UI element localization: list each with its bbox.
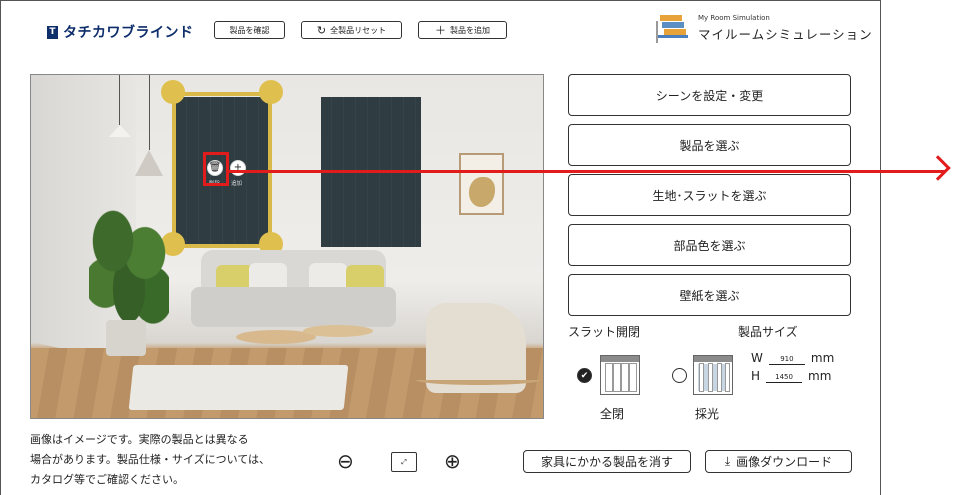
coffee-table	[303, 325, 373, 337]
zoom-out-icon[interactable]: ⊖	[337, 451, 354, 471]
confirm-product-button[interactable]: 製品を確認	[214, 21, 285, 39]
add-label: 追加	[231, 181, 243, 187]
add-product-button[interactable]: ＋ 製品を追加	[418, 21, 507, 39]
reset-all-label: 全製品リセット	[330, 25, 387, 35]
hide-overlapping-label: 家具にかかる製品を消す	[540, 455, 673, 469]
zoom-in-icon[interactable]: ⊕	[444, 451, 461, 471]
select-part-color-label: 部品色を選ぶ	[673, 238, 746, 253]
select-fabric-label: 生地･スラットを選ぶ	[652, 188, 767, 203]
wall-art	[459, 153, 504, 215]
sofa-seat	[191, 287, 396, 327]
slat-closed-label: 全閉	[600, 407, 625, 421]
height-unit: mm	[808, 369, 832, 383]
resize-handle[interactable]	[259, 80, 283, 104]
slat-open-label: 採光	[695, 407, 720, 421]
resize-handle[interactable]	[161, 80, 185, 104]
download-image-button[interactable]: ⤓ 画像ダウンロード	[705, 450, 852, 473]
select-product-label: 製品を選ぶ	[679, 138, 740, 153]
pendant-lamp	[135, 150, 163, 176]
highlight-box	[203, 152, 229, 186]
rug	[128, 365, 349, 410]
plant	[89, 205, 169, 325]
height-row: H 1450 mm	[751, 369, 831, 383]
scene-label: シーンを設定・変更	[655, 88, 764, 103]
annotation-arrow-line	[228, 170, 946, 173]
room-preview[interactable]: 🗑 + 削除 追加	[30, 74, 544, 419]
size-title: 製品サイズ	[738, 325, 798, 339]
select-part-color-button[interactable]: 部品色を選ぶ	[568, 224, 851, 266]
check-icon: ✔	[580, 370, 589, 381]
height-value[interactable]: 1450	[766, 373, 803, 383]
disclaimer-note: 画像はイメージです。実際の製品とは異なる 場合があります。製品仕様・サイズについ…	[30, 433, 271, 486]
sim-title-en: My Room Simulation	[698, 14, 770, 22]
sim-logo: My Room Simulation マイルームシミュレーション	[656, 14, 873, 43]
width-row: W 910 mm	[751, 351, 834, 365]
fit-screen-icon[interactable]: ⤢	[391, 452, 417, 472]
slat-closed-radio[interactable]: ✔	[577, 368, 592, 383]
confirm-product-label: 製品を確認	[229, 25, 270, 35]
download-icon: ⤓	[724, 454, 731, 468]
slat-title: スラット開閉	[568, 325, 641, 339]
select-fabric-button[interactable]: 生地･スラットを選ぶ	[568, 174, 851, 216]
brand-logo-text: タチカワブラインド	[63, 25, 194, 41]
slat-open-icon[interactable]	[693, 355, 733, 395]
pendant-lamp	[109, 125, 131, 137]
plus-icon: ＋	[435, 23, 446, 37]
select-wallpaper-button[interactable]: 壁紙を選ぶ	[568, 274, 851, 316]
plus-icon[interactable]: +	[230, 160, 246, 176]
height-label: H	[751, 369, 761, 383]
slat-open-radio[interactable]	[672, 368, 687, 383]
select-wallpaper-label: 壁紙を選ぶ	[679, 288, 740, 303]
hide-overlapping-button[interactable]: 家具にかかる製品を消す	[523, 450, 691, 473]
scene-button[interactable]: シーンを設定・変更	[568, 74, 851, 116]
slat-closed-icon[interactable]	[600, 355, 640, 395]
width-unit: mm	[810, 351, 835, 365]
reset-icon: ↻	[316, 23, 327, 37]
blind-logo-icon	[656, 14, 690, 43]
annotation-arrow-head	[925, 155, 951, 181]
width-label: W	[751, 351, 763, 365]
add-product-label: 製品を追加	[450, 25, 490, 35]
download-image-label: 画像ダウンロード	[736, 455, 833, 469]
brand-logo: T タチカワブラインド	[47, 22, 194, 42]
reset-all-button[interactable]: ↻ 全製品リセット	[301, 21, 402, 39]
sim-title-jp: マイルームシミュレーション	[698, 27, 873, 42]
brand-mark-icon: T	[47, 25, 58, 39]
width-value[interactable]: 910	[768, 355, 805, 365]
plant-pot	[106, 320, 146, 356]
select-product-button[interactable]: 製品を選ぶ	[568, 124, 851, 166]
